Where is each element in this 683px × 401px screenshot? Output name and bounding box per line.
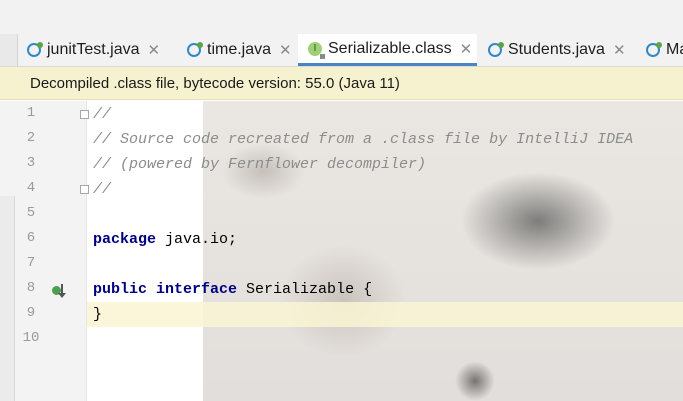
tab-junittest[interactable]: junitTest.java ✕ — [17, 34, 177, 66]
code-line-8: public interface Serializable { — [93, 277, 372, 302]
line-number: 5 — [26, 205, 36, 221]
interface-declaration: Serializable { — [237, 281, 373, 298]
current-line-highlight — [87, 302, 683, 327]
tab-serializable[interactable]: I Serializable.class ✕ — [298, 34, 477, 66]
interface-icon: I — [308, 41, 325, 59]
tab-label: Students.java — [508, 41, 605, 58]
code-line-6: package java.io; — [93, 227, 237, 252]
gutter-strip — [0, 196, 15, 401]
tab-time[interactable]: time.java ✕ — [177, 34, 297, 66]
close-icon[interactable]: ✕ — [279, 41, 292, 59]
fold-marker-icon[interactable] — [80, 185, 89, 194]
tab-bar-left-strip — [0, 34, 18, 66]
implemented-by-gutter-icon[interactable] — [52, 284, 66, 298]
keyword-interface: interface — [156, 281, 238, 298]
keyword-package: package — [93, 231, 157, 248]
close-icon[interactable]: ✕ — [460, 40, 473, 58]
java-class-icon — [646, 42, 662, 57]
tab-students[interactable]: Students.java ✕ — [478, 34, 636, 66]
tab-label: Serializable.class — [328, 39, 452, 57]
line-number-gutter — [0, 101, 87, 401]
line-number: 8 — [26, 280, 36, 296]
line-number: 7 — [26, 255, 36, 271]
tab-label: time.java — [207, 41, 272, 58]
line-number: 9 — [26, 305, 36, 321]
banner-text: Decompiled .class file, bytecode version… — [30, 74, 400, 92]
java-class-icon — [187, 42, 203, 57]
code-line-2: // Source code recreated from a .class f… — [93, 131, 634, 148]
fold-marker-icon[interactable] — [80, 110, 89, 119]
line-number: 6 — [26, 230, 36, 246]
editor-tab-bar: junitTest.java ✕ time.java ✕ I Serializa… — [0, 0, 683, 67]
code-line-4: // — [93, 181, 112, 198]
line-number: 10 — [22, 330, 40, 346]
java-class-icon — [488, 42, 504, 57]
decompiled-banner: Decompiled .class file, bytecode version… — [0, 67, 683, 100]
close-icon[interactable]: ✕ — [148, 41, 161, 59]
package-name: java.io; — [156, 231, 238, 248]
code-line-1: // — [93, 106, 112, 123]
tab-label: Ma — [666, 41, 683, 58]
close-icon[interactable]: ✕ — [613, 41, 626, 59]
line-number: 2 — [26, 130, 36, 146]
down-arrow-icon — [58, 284, 66, 298]
line-number: 4 — [26, 180, 36, 196]
line-number: 1 — [26, 105, 36, 121]
code-line-9: } — [93, 306, 103, 323]
line-number: 3 — [26, 155, 36, 171]
keyword-public: public — [93, 281, 148, 298]
code-line-3: // (powered by Fernflower decompiler) — [93, 156, 427, 173]
tab-label: junitTest.java — [47, 41, 140, 58]
java-class-icon — [27, 42, 43, 57]
tab-ma[interactable]: Ma — [636, 34, 683, 66]
